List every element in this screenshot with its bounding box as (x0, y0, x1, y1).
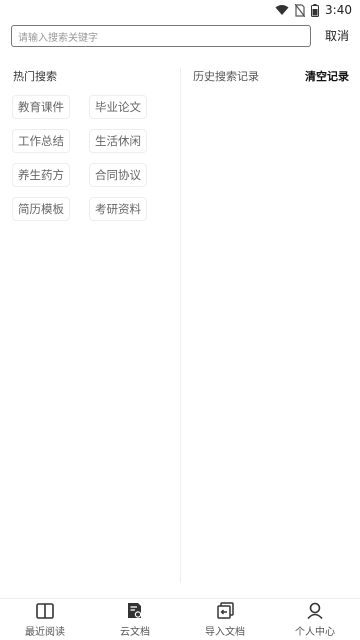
search-input[interactable]: 请输入搜索关键字 (11, 25, 311, 47)
user-icon (307, 602, 323, 620)
nav-label: 云文档 (120, 626, 150, 638)
hot-search-title: 热门搜索 (13, 70, 57, 83)
search-placeholder: 请输入搜索关键字 (18, 32, 98, 44)
hot-tag[interactable]: 工作总结 (12, 129, 70, 153)
import-document-icon (216, 602, 234, 620)
battery-icon (311, 3, 320, 17)
hot-tag[interactable]: 生活休闲 (89, 129, 147, 153)
status-bar: 3:40 (0, 0, 360, 20)
hot-search-tags: 教育课件 毕业论文 工作总结 生活休闲 养生药方 合同协议 简历模板 考研资料 (12, 95, 147, 221)
nav-item-import-docs[interactable]: 导入文档 (180, 602, 270, 638)
nav-item-cloud-docs[interactable]: 云文档 (90, 602, 180, 638)
nav-label: 导入文档 (205, 626, 245, 638)
nav-label: 个人中心 (295, 626, 335, 638)
hot-tag[interactable]: 养生药方 (12, 163, 70, 187)
status-time: 3:40 (325, 3, 352, 17)
hot-tag[interactable]: 考研资料 (89, 197, 147, 221)
clear-history-button[interactable]: 清空记录 (305, 68, 349, 84)
hot-tag[interactable]: 毕业论文 (89, 95, 147, 119)
cancel-button[interactable]: 取消 (325, 27, 349, 44)
nav-item-personal-center[interactable]: 个人中心 (270, 602, 360, 638)
no-sim-icon (295, 3, 306, 17)
bottom-nav: 最近阅读 云文档 导入文档 个人中心 (0, 598, 360, 640)
hot-tag[interactable]: 简历模板 (12, 197, 70, 221)
hot-tag[interactable]: 合同协议 (89, 163, 147, 187)
history-title: 历史搜索记录 (193, 70, 259, 83)
wifi-icon (275, 4, 289, 16)
book-icon (36, 602, 54, 620)
search-row: 请输入搜索关键字 取消 (11, 24, 351, 48)
column-divider (180, 68, 181, 583)
nav-item-recent-reading[interactable]: 最近阅读 (0, 602, 90, 638)
hot-tag[interactable]: 教育课件 (12, 95, 70, 119)
cloud-document-icon (127, 602, 143, 620)
nav-label: 最近阅读 (25, 626, 65, 638)
